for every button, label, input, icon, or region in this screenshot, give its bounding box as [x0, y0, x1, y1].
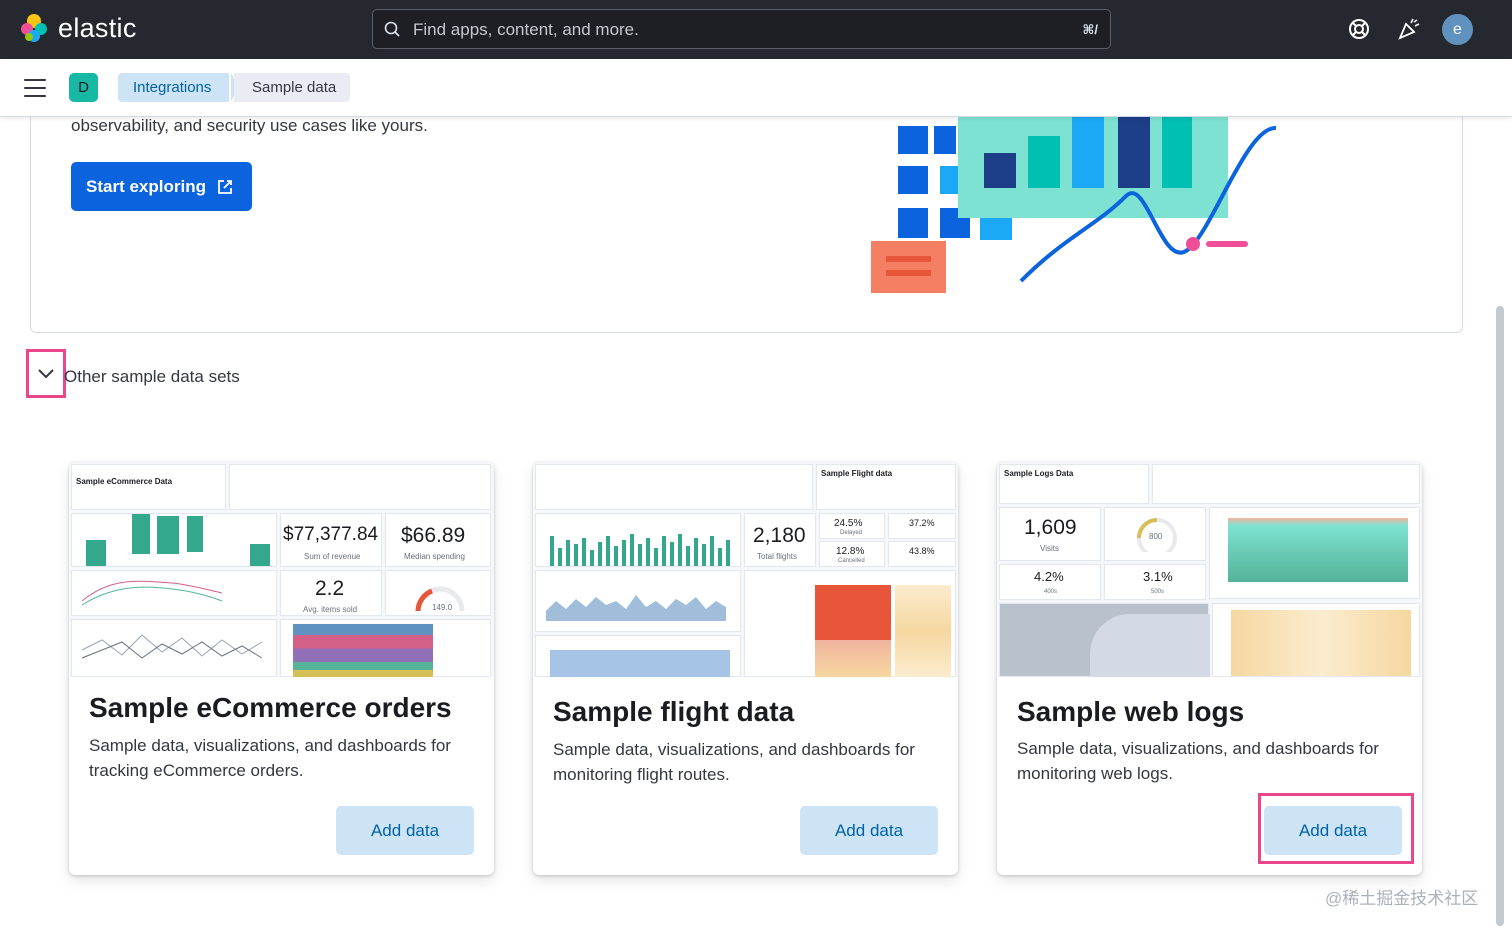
accordion-toggle-button[interactable] — [26, 349, 66, 398]
flights-thumbnail: Sample Flight data 2,180 Total flights 2… — [533, 462, 958, 677]
brand-name: elastic — [58, 12, 137, 43]
thumb-metric: 12.8% Cancelled — [819, 541, 885, 567]
thumb-metric-value: 43.8% — [909, 546, 935, 556]
thumb-metric-caption: Cancelled — [838, 558, 865, 564]
card-title: Sample flight data — [553, 696, 795, 727]
menu-toggle-icon[interactable] — [24, 79, 46, 103]
chevron-down-icon — [38, 368, 54, 378]
thumb-area-chart — [1209, 507, 1420, 599]
gauge-value: 800 — [1149, 532, 1163, 541]
card-description: Sample data, visualizations, and dashboa… — [1017, 739, 1379, 783]
user-avatar[interactable]: e — [1442, 14, 1473, 45]
sample-card-ecommerce: Sample eCommerce Data $77,377.84 Sum of … — [69, 462, 494, 875]
thumb-map — [999, 603, 1210, 677]
thumb-panel: Sample eCommerce Data — [71, 464, 226, 510]
add-data-button-flights[interactable]: Add data — [800, 806, 938, 855]
thumb-metric-caption: 400s — [1044, 589, 1058, 595]
search-shortcut: ⌘/ — [1082, 22, 1098, 37]
thumb-metric-caption: Total flights — [757, 552, 798, 561]
ecommerce-thumbnail: Sample eCommerce Data $77,377.84 Sum of … — [69, 462, 494, 677]
thumb-panel: Sample Logs Data — [999, 464, 1149, 504]
thumb-metric-value: 2.2 — [315, 577, 345, 600]
thumb-heading: Sample Logs Data — [1004, 469, 1074, 478]
thumb-bar-chart — [535, 513, 741, 567]
thumb-metric: 24.5% Delayed — [819, 513, 885, 539]
thumb-line-chart — [71, 570, 277, 616]
thumb-line — [81, 580, 223, 606]
hero-illustration — [871, 116, 1277, 293]
thumb-metric-caption: Median spending — [404, 552, 465, 561]
thumb-metric: $77,377.84 Sum of revenue — [280, 513, 382, 567]
thumb-gauge: 149.0 — [385, 570, 491, 616]
thumb-heading: Sample eCommerce Data — [76, 477, 173, 486]
thumb-panel — [229, 464, 491, 510]
breadcrumb-integrations[interactable]: Integrations — [118, 73, 230, 102]
thumb-metric: 1,609 Visits — [999, 507, 1101, 561]
thumb-metric-value: 3.1% — [1143, 569, 1173, 584]
elastic-logo-icon — [21, 14, 47, 42]
gauge-value: 149.0 — [432, 603, 453, 612]
page-scrollbar[interactable] — [1496, 306, 1504, 926]
thumb-panel — [535, 464, 813, 510]
thumb-metric-value: 24.5% — [834, 518, 863, 529]
thumb-metric-value: 12.8% — [836, 546, 865, 557]
thumb-metric-value: $77,377.84 — [283, 524, 379, 545]
card-description: Sample data, visualizations, and dashboa… — [89, 736, 451, 780]
thumb-metric: 43.8% — [888, 541, 956, 567]
thumb-metric-value: $66.89 — [401, 524, 466, 547]
thumb-metric-caption: 500s — [1151, 589, 1165, 595]
space-avatar[interactable]: D — [69, 73, 98, 102]
thumb-metric-caption: Delayed — [840, 530, 863, 536]
search-placeholder: Find apps, content, and more. — [413, 20, 639, 39]
thumb-metric: 3.1% 500s — [1104, 564, 1206, 600]
web-logs-thumbnail: Sample Logs Data 1,609 Visits 800 4.2% 4… — [997, 462, 1422, 677]
thumb-metric-caption: Sum of revenue — [304, 552, 361, 561]
thumb-stacked-area — [280, 619, 491, 677]
highlight-annotation — [1258, 793, 1414, 864]
help-icon[interactable] — [1345, 15, 1373, 43]
thumb-area-chart — [535, 570, 741, 632]
thumb-metric-value: 4.2% — [1034, 569, 1064, 584]
add-data-button-ecommerce[interactable]: Add data — [336, 806, 474, 855]
thumb-gauge: 800 — [1104, 507, 1206, 561]
sample-card-flights: Sample Flight data 2,180 Total flights 2… — [533, 462, 958, 875]
thumb-metric-value: 2,180 — [753, 524, 806, 547]
news-icon[interactable] — [1395, 15, 1423, 43]
thumb-panel: Sample Flight data — [816, 464, 956, 510]
breadcrumb-bar: D Integrations Sample data — [0, 59, 1512, 117]
card-title: Sample eCommerce orders — [89, 692, 452, 723]
start-exploring-label: Start exploring — [86, 176, 206, 196]
thumb-bar-chart — [71, 513, 277, 567]
thumb-metric: 2,180 Total flights — [744, 513, 816, 567]
accordion-label[interactable]: Other sample data sets — [64, 367, 240, 387]
elastic-logo[interactable]: elastic — [18, 12, 137, 44]
thumb-metric: $66.89 Median spending — [385, 513, 491, 567]
start-exploring-button[interactable]: Start exploring — [71, 162, 252, 211]
global-search-input[interactable]: Find apps, content, and more. ⌘/ — [372, 9, 1111, 49]
breadcrumb-sample-data: Sample data — [234, 73, 351, 102]
watermark: @稀土掘金技术社区 — [1325, 889, 1479, 908]
external-link-icon — [218, 179, 232, 194]
thumb-area-chart — [535, 635, 741, 677]
thumb-sankey — [1212, 603, 1420, 677]
search-icon — [384, 21, 400, 37]
thumb-area — [546, 595, 726, 621]
thumb-line-chart — [71, 619, 277, 677]
card-description: Sample data, visualizations, and dashboa… — [553, 740, 915, 784]
thumb-metric-caption: Visits — [1040, 544, 1059, 553]
thumb-metric: 37.2% — [888, 513, 956, 539]
thumb-table — [744, 570, 956, 677]
thumb-metric-value: 37.2% — [909, 518, 935, 528]
thumb-metric: 2.2 Avg. items sold — [280, 570, 382, 616]
thumb-heading: Sample Flight data — [821, 469, 893, 478]
card-title: Sample web logs — [1017, 696, 1245, 727]
thumb-metric-caption: Avg. items sold — [303, 605, 358, 614]
thumb-line — [81, 634, 263, 659]
thumb-panel — [1152, 464, 1420, 504]
thumb-metric: 4.2% 400s — [999, 564, 1101, 600]
hero-description: observability, and security use cases li… — [71, 116, 428, 135]
global-header: elastic Find apps, content, and more. ⌘/… — [0, 0, 1512, 59]
thumb-metric-value: 1,609 — [1024, 516, 1077, 539]
